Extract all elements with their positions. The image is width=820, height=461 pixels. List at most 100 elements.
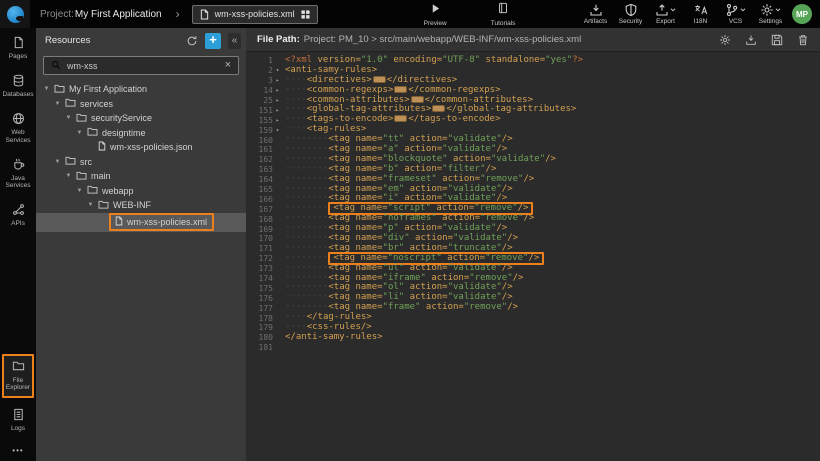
sidebar-item-web-services[interactable]: Web Services: [2, 109, 34, 147]
save-icon[interactable]: [771, 34, 783, 46]
vcs-icon: [725, 3, 746, 17]
code-token: version=: [312, 55, 361, 65]
tree-expand-icon[interactable]: ▼: [43, 86, 50, 92]
resources-search[interactable]: ×: [43, 56, 239, 75]
topbar-item-artifacts[interactable]: Artifacts: [579, 3, 612, 25]
file-icon: [98, 141, 106, 153]
topbar-item-export[interactable]: Export: [649, 3, 682, 25]
code-line-text[interactable]: [282, 343, 285, 353]
code-token: action=: [399, 144, 442, 154]
tree-expand-icon[interactable]: ▼: [65, 173, 72, 179]
code-token: "yes": [545, 55, 572, 65]
sidebar-item-java-services[interactable]: Java Services: [2, 154, 34, 192]
code-token: action=: [410, 233, 453, 243]
whitespace-dots: ····: [285, 124, 307, 134]
topbar-item-label: Security: [619, 18, 642, 25]
code-token: />: [518, 203, 529, 213]
search-input[interactable]: [67, 61, 219, 71]
sidebar-item-databases[interactable]: Databases: [2, 71, 34, 102]
code-token: <tag name=: [328, 174, 382, 184]
tree-item-wm-xss-policies.json[interactable]: wm-xss-policies.json: [36, 140, 246, 155]
code-editor[interactable]: 1<?xml version="1.0" encoding="UTF-8" st…: [246, 52, 820, 461]
line-number: 180: [259, 333, 273, 342]
folder-icon: [98, 200, 109, 211]
tree-item-wm-xss-policies.xml[interactable]: wm-xss-policies.xml: [36, 213, 246, 232]
tree-item-main[interactable]: ▼main: [36, 169, 246, 184]
delete-icon[interactable]: [797, 34, 809, 46]
tree-item-services[interactable]: ▼services: [36, 97, 246, 112]
code-token: "noframes": [383, 213, 437, 223]
line-number: 175: [259, 284, 273, 293]
tree-expand-icon[interactable]: ▼: [87, 202, 94, 208]
folded-region-icon[interactable]: [432, 105, 445, 112]
topbar-item-settings[interactable]: Settings: [754, 3, 787, 25]
fold-toggle-icon[interactable]: ▸: [273, 87, 282, 94]
code-token: <tag name=: [328, 134, 382, 144]
code-token: <common-regexps>: [307, 85, 394, 95]
topbar-item-vcs[interactable]: VCS: [719, 3, 752, 25]
project-title[interactable]: Project: My First Application: [40, 9, 162, 20]
tree-item-src[interactable]: ▼src: [36, 155, 246, 170]
sidebar-item-file-explorer[interactable]: File Explorer: [2, 354, 34, 397]
fold-toggle-icon[interactable]: ▾: [273, 127, 282, 134]
tree-expand-icon[interactable]: ▼: [65, 115, 72, 121]
whitespace-dots: ····: [285, 312, 307, 322]
code-token: "UTF-8": [442, 55, 480, 65]
clear-search-icon[interactable]: ×: [225, 60, 231, 71]
sidebar-item-pages[interactable]: Pages: [2, 33, 34, 64]
tree-item-securityService[interactable]: ▼securityService: [36, 111, 246, 126]
tree-expand-icon[interactable]: ▼: [76, 130, 83, 136]
sidebar-item-logs[interactable]: Logs: [2, 405, 34, 436]
code-line-text[interactable]: ········<tag name="frame" action="remove…: [282, 303, 518, 313]
gutter-cell: 170: [246, 234, 282, 244]
preview-button[interactable]: Preview: [424, 1, 447, 27]
whitespace-dots: ····: [285, 85, 307, 95]
avatar[interactable]: MP: [792, 4, 812, 24]
refresh-icon[interactable]: [186, 35, 198, 47]
code-token: "remove": [480, 174, 523, 184]
folded-region-icon[interactable]: [411, 96, 424, 103]
wavemaker-logo[interactable]: [0, 0, 30, 28]
code-token: <?xml: [285, 55, 312, 65]
line-number: 172: [259, 254, 273, 263]
file-icon: [115, 216, 123, 228]
sidebar-item-more[interactable]: •••: [2, 443, 34, 458]
settings-icon[interactable]: [719, 34, 731, 46]
add-resource-button[interactable]: +: [205, 33, 221, 49]
code-token: <tag name=: [328, 184, 382, 194]
folded-region-icon[interactable]: [373, 76, 386, 83]
download-icon[interactable]: [745, 34, 757, 46]
folded-region-icon[interactable]: [394, 86, 407, 93]
tree-expand-icon[interactable]: ▼: [54, 101, 61, 107]
tab-wm-xss-policies[interactable]: wm-xss-policies.xml: [192, 5, 318, 24]
folded-region-icon[interactable]: [394, 115, 407, 122]
code-token: action=: [404, 184, 447, 194]
tree-item-WEB-INF[interactable]: ▼WEB-INF: [36, 198, 246, 213]
fold-toggle-icon[interactable]: ▸: [273, 77, 282, 84]
topbar-right-items: Artifacts Security ExportI18NVCSSettings: [579, 3, 787, 25]
resources-header: Resources + «: [36, 28, 246, 53]
code-token: action=: [404, 263, 447, 273]
topbar-item-security[interactable]: Security: [614, 3, 647, 25]
sidebar-item-apis[interactable]: APIs: [2, 200, 34, 231]
code-token: action=: [448, 154, 491, 164]
tree-item-webapp[interactable]: ▼webapp: [36, 184, 246, 199]
code-token: />: [523, 174, 534, 184]
collapse-panel-icon[interactable]: «: [228, 33, 241, 49]
tree-item-designtime[interactable]: ▼designtime: [36, 126, 246, 141]
tree-expand-icon[interactable]: ▼: [76, 188, 83, 194]
fold-toggle-icon[interactable]: ▸: [273, 107, 282, 114]
gutter-cell: 180: [246, 333, 282, 343]
grid-icon[interactable]: [301, 10, 310, 19]
topbar-item-i18n[interactable]: I18N: [684, 3, 717, 25]
fold-toggle-icon[interactable]: ▸: [273, 117, 282, 124]
gutter-cell: 159▾: [246, 125, 282, 135]
tree-item-My First Application[interactable]: ▼My First Application: [36, 82, 246, 97]
gutter-cell: 178: [246, 313, 282, 323]
tutorials-button[interactable]: Tutorials: [491, 1, 516, 27]
fold-toggle-icon[interactable]: ▾: [273, 67, 282, 74]
code-line: 181: [246, 343, 820, 353]
code-line-text[interactable]: </anti-samy-rules>: [282, 333, 383, 343]
tree-expand-icon[interactable]: ▼: [54, 159, 61, 165]
fold-toggle-icon[interactable]: ▸: [273, 97, 282, 104]
